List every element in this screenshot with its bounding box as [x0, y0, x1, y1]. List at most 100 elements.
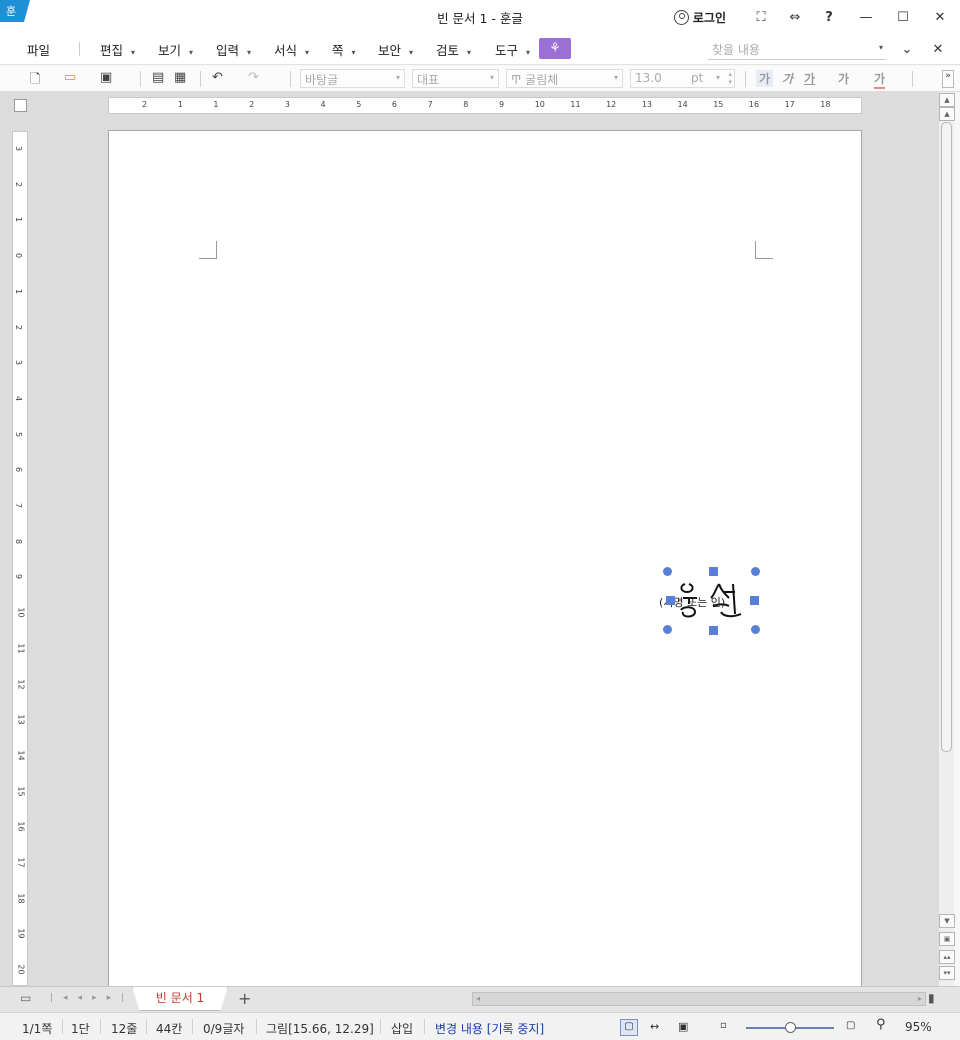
ruler-tick-label: 19 — [16, 928, 26, 939]
scroll-right-icon[interactable]: ▸ — [918, 994, 922, 1003]
ruler-tick-label: 14 — [16, 750, 26, 761]
zoom-slider-knob[interactable] — [785, 1022, 796, 1033]
tab-navigation-icon[interactable]: |◂◂▸▸| — [50, 993, 134, 1003]
page-view-icon[interactable]: ▣ — [939, 932, 955, 946]
vertical-scroll-thumb[interactable] — [941, 122, 952, 752]
char-count: 0/9글자 — [203, 1022, 245, 1036]
signature-image[interactable]: (서명 또는 인) — [659, 567, 760, 635]
fullscreen-icon[interactable]: ⛶ — [744, 6, 778, 28]
next-page-icon[interactable]: ▾▾ — [939, 966, 955, 980]
tulip-icon[interactable]: ⚘ — [539, 38, 571, 59]
zoom-in-icon[interactable]: ▢ — [846, 1020, 855, 1031]
scroll-left-icon[interactable]: ◂ — [476, 994, 480, 1003]
resize-handle[interactable] — [751, 567, 760, 576]
toolbar: 🗋 ▭ ▣ ▤ ▦ ↶ ↷ 바탕글 ▾ 대표 ▾ Ͳ 굴림체 ▾ 13.0 pt ▾ … — [0, 66, 960, 92]
language-select[interactable]: 대표 ▾ — [412, 69, 499, 88]
page-indicator[interactable]: 1/1쪽 — [22, 1020, 52, 1037]
fit-width-icon[interactable]: ↔ — [650, 1020, 659, 1033]
bold-button[interactable]: 가 — [756, 70, 774, 87]
font-select[interactable]: Ͳ 굴림체 ▾ — [506, 69, 623, 88]
resize-handle[interactable] — [709, 626, 718, 635]
find-input[interactable]: 찾을 내용 ▾ — [708, 38, 886, 60]
vertical-ruler[interactable]: 3 2 1 0 1 2 3 4 5 6 7 8 9 10 11 12 13 14 15 16 17 18 19 20 — [12, 131, 28, 986]
zoom-out-icon[interactable]: ▫ — [720, 1020, 727, 1031]
style-value: 바탕글 — [305, 73, 339, 87]
line-indicator: 12줄 — [111, 1022, 138, 1036]
collapse-ribbon-icon[interactable]: ⌄ — [890, 38, 924, 60]
scroll-top-icon[interactable]: ▲ — [939, 93, 955, 107]
margin-mark-top-right — [755, 241, 773, 259]
font-size-select[interactable]: 13.0 pt ▾ ▴ ▾ — [630, 69, 735, 88]
ruler-tick-label: 2 — [249, 100, 255, 109]
language-value: 대표 — [417, 73, 440, 87]
ruler-tick-label: 2 — [142, 100, 148, 109]
redo-icon[interactable]: ↷ — [248, 70, 259, 88]
menu-format[interactable]: 서식 ▾ — [274, 40, 309, 59]
insert-mode[interactable]: 삽입 — [391, 1020, 413, 1037]
resize-handle[interactable] — [666, 596, 675, 605]
document-tab-bar: ▭ |◂◂▸▸| 빈 문서 1 + ◂ ▸ ▮ — [0, 986, 960, 1012]
close-document-icon[interactable]: ✕ — [921, 38, 955, 60]
split-view-icon[interactable]: ▮ — [928, 991, 935, 1005]
page-layout-icon[interactable]: ▢ — [620, 1019, 638, 1036]
menu-review[interactable]: 검토 ▾ — [436, 40, 471, 59]
menu-edit[interactable]: 편집 ▾ — [100, 40, 135, 59]
zoom-search-icon[interactable]: ⚲ — [876, 1017, 886, 1032]
print-preview-icon[interactable]: ▦ — [174, 70, 186, 88]
zoom-level[interactable]: 95% — [905, 1020, 932, 1034]
font-color-button[interactable]: 가 — [874, 70, 886, 89]
save-icon[interactable]: ▣ — [100, 70, 112, 88]
track-changes-status[interactable]: 변경 내용 [기록 중지] — [435, 1020, 544, 1037]
find-dropdown-icon[interactable]: ▾ — [879, 43, 883, 52]
single-page-icon[interactable]: ▣ — [678, 1020, 688, 1033]
horizontal-ruler[interactable]: 2 1 1 2 3 4 5 6 7 8 9 10 11 12 13 14 15 16 17 18 — [108, 97, 862, 114]
comment-icon[interactable]: ▭ — [20, 991, 31, 1005]
layout-toggle-icon[interactable]: ⇔ — [778, 6, 812, 28]
ruler-tick-label: 14 — [677, 100, 688, 109]
menu-bar: 파일 편집 ▾ 보기 ▾ 입력 ▾ 서식 ▾ 쪽 ▾ 보안 ▾ 검토 ▾ 도구 ▾ ⚘ 찾을 내… — [0, 33, 960, 65]
vertical-scrollbar[interactable]: ▲ ▲ ▼ ▣ ▴▴ ▾▾ — [938, 92, 955, 986]
underline-button[interactable]: 가 — [804, 70, 815, 87]
italic-button[interactable]: 가 — [782, 70, 793, 87]
login-label: 로그인 — [692, 10, 726, 25]
menu-view[interactable]: 보기 ▾ — [158, 40, 193, 59]
login-button[interactable]: 로그인 — [673, 9, 726, 26]
ruler-tick-label: 2 — [14, 324, 24, 330]
ruler-tick-label: 13 — [641, 100, 652, 109]
menu-input[interactable]: 입력 ▾ — [216, 40, 251, 59]
font-size-unit: pt — [691, 71, 704, 85]
style-select[interactable]: 바탕글 ▾ — [300, 69, 405, 88]
toolbar-expand-icon[interactable]: » — [942, 70, 954, 88]
font-size-stepper-icon[interactable]: ▴ ▾ — [728, 70, 732, 86]
add-tab-icon[interactable]: + — [238, 989, 251, 1008]
resize-handle[interactable] — [751, 625, 760, 634]
close-button[interactable]: ✕ — [920, 6, 960, 28]
maximize-button[interactable]: ☐ — [886, 6, 920, 28]
print-icon[interactable]: ▤ — [152, 70, 164, 88]
resize-handle[interactable] — [709, 567, 718, 576]
find-placeholder: 찾을 내용 — [712, 43, 760, 57]
undo-icon[interactable]: ↶ — [212, 70, 223, 88]
menu-security[interactable]: 보안 ▾ — [378, 40, 413, 59]
open-folder-icon[interactable]: ▭ — [64, 70, 76, 88]
menu-tools[interactable]: 도구 ▾ — [495, 40, 530, 59]
resize-handle[interactable] — [663, 567, 672, 576]
menu-page[interactable]: 쪽 ▾ — [332, 40, 356, 59]
resize-handle[interactable] — [750, 596, 759, 605]
ruler-tick-label: 5 — [14, 431, 24, 437]
document-page[interactable] — [108, 130, 862, 990]
ruler-tick-label: 7 — [427, 100, 433, 109]
resize-handle[interactable] — [663, 625, 672, 634]
strikethrough-button[interactable]: 가 — [838, 70, 849, 87]
tab-stop-selector[interactable] — [14, 99, 27, 112]
scroll-up-icon[interactable]: ▲ — [939, 107, 955, 121]
menu-file[interactable]: 파일 — [27, 40, 50, 59]
scroll-down-icon[interactable]: ▼ — [939, 914, 955, 928]
prev-page-icon[interactable]: ▴▴ — [939, 950, 955, 964]
minimize-button[interactable]: — — [846, 6, 886, 28]
horizontal-scrollbar[interactable]: ◂ ▸ — [472, 992, 926, 1006]
tab-document[interactable]: 빈 문서 1 — [132, 987, 228, 1011]
new-document-icon[interactable]: 🗋 — [30, 70, 40, 88]
help-icon[interactable]: ? — [812, 6, 846, 28]
ruler-tick-label: 11 — [16, 643, 26, 654]
